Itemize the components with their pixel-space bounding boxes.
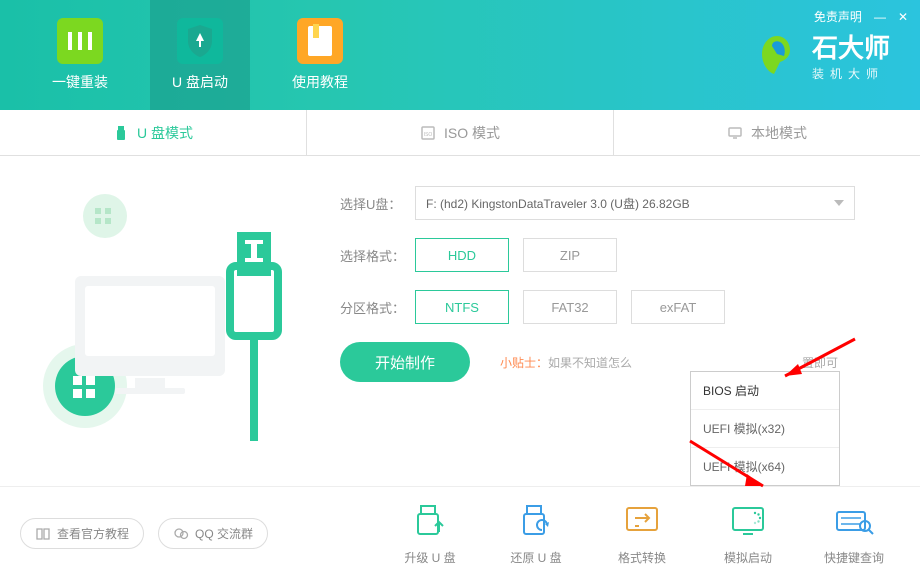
mode-label: ISO 模式 — [444, 123, 500, 143]
brand: 石大师 装机大师 — [754, 28, 890, 82]
partition-label: 分区格式： — [340, 298, 415, 317]
tool-simulate[interactable]: 模拟启动 — [702, 501, 794, 566]
header: 一键重装 U 盘启动 使用教程 免责声明 — ✕ 石大师 装机大师 — [0, 0, 920, 110]
start-button[interactable]: 开始制作 — [340, 342, 470, 382]
boot-mode-popup: BIOS 启动 UEFI 模拟(x32) UEFI 模拟(x64) — [690, 371, 840, 486]
brand-logo-icon — [754, 32, 800, 78]
tool-convert[interactable]: 格式转换 — [596, 501, 688, 566]
tip-text: 小贴士：如果不知道怎么 — [500, 354, 632, 371]
mode-label: U 盘模式 — [137, 123, 193, 143]
nav-usb-boot[interactable]: U 盘启动 — [150, 0, 250, 110]
convert-icon — [621, 502, 663, 540]
book-open-icon — [35, 526, 51, 542]
nav-reinstall[interactable]: 一键重装 — [30, 0, 130, 110]
bars-icon — [57, 18, 103, 64]
brand-subtitle: 装机大师 — [812, 65, 890, 82]
tool-upgrade[interactable]: 升级 U 盘 — [384, 501, 476, 566]
nav-label: 一键重装 — [52, 72, 108, 92]
monitor-icon — [727, 125, 743, 141]
close-button[interactable]: ✕ — [898, 10, 908, 24]
tip-tail: 置即可 — [802, 354, 838, 371]
keyboard-search-icon — [833, 502, 875, 540]
format-hdd[interactable]: HDD — [415, 238, 509, 272]
partition-exfat[interactable]: exFAT — [631, 290, 725, 324]
mode-tabs: U 盘模式 ISO ISO 模式 本地模式 — [0, 110, 920, 156]
official-tutorial-button[interactable]: 查看官方教程 — [20, 518, 144, 549]
select-usb-label: 选择U盘： — [340, 194, 415, 213]
mode-local[interactable]: 本地模式 — [614, 110, 920, 155]
window-controls: 免责声明 — ✕ — [814, 8, 908, 25]
chat-icon — [173, 526, 189, 542]
form: 选择U盘： F: (hd2) KingstonDataTraveler 3.0 … — [340, 186, 880, 324]
minimize-button[interactable]: — — [874, 10, 886, 24]
usb-icon — [113, 125, 129, 141]
tip-label: 小贴士： — [500, 356, 548, 370]
monitor-loading-icon — [727, 502, 769, 540]
usb-restore-icon — [515, 502, 557, 540]
nav-label: 使用教程 — [292, 72, 348, 92]
selected-usb-value: F: (hd2) KingstonDataTraveler 3.0 (U盘) 2… — [426, 195, 690, 212]
shield-usb-icon — [177, 18, 223, 64]
nav-tutorial[interactable]: 使用教程 — [270, 0, 370, 110]
nav-label: U 盘启动 — [172, 72, 228, 92]
format-zip[interactable]: ZIP — [523, 238, 617, 272]
brand-title: 石大师 — [812, 28, 890, 65]
iso-icon: ISO — [420, 125, 436, 141]
illustration — [35, 176, 305, 446]
mode-usb[interactable]: U 盘模式 — [0, 110, 307, 155]
partition-ntfs[interactable]: NTFS — [415, 290, 509, 324]
chevron-down-icon — [834, 200, 844, 206]
svg-text:ISO: ISO — [424, 132, 433, 138]
book-icon — [297, 18, 343, 64]
tool-restore[interactable]: 还原 U 盘 — [490, 501, 582, 566]
content: 选择U盘： F: (hd2) KingstonDataTraveler 3.0 … — [0, 156, 920, 486]
usb-select[interactable]: F: (hd2) KingstonDataTraveler 3.0 (U盘) 2… — [415, 186, 855, 220]
popup-bios[interactable]: BIOS 启动 — [691, 372, 839, 410]
nav-tabs: 一键重装 U 盘启动 使用教程 — [30, 0, 370, 110]
qq-group-button[interactable]: QQ 交流群 — [158, 518, 268, 549]
mode-iso[interactable]: ISO ISO 模式 — [307, 110, 614, 155]
usb-up-icon — [409, 502, 451, 540]
tool-shortcut[interactable]: 快捷键查询 — [808, 501, 900, 566]
format-label: 选择格式： — [340, 246, 415, 265]
popup-uefi64[interactable]: UEFI 模拟(x64) — [691, 448, 839, 485]
partition-fat32[interactable]: FAT32 — [523, 290, 617, 324]
disclaimer-link[interactable]: 免责声明 — [814, 8, 862, 25]
mode-label: 本地模式 — [751, 123, 807, 143]
bottom-bar: 查看官方教程 QQ 交流群 升级 U 盘 还原 U 盘 格式转换 模拟启动 快捷… — [0, 486, 920, 580]
popup-uefi32[interactable]: UEFI 模拟(x32) — [691, 410, 839, 448]
